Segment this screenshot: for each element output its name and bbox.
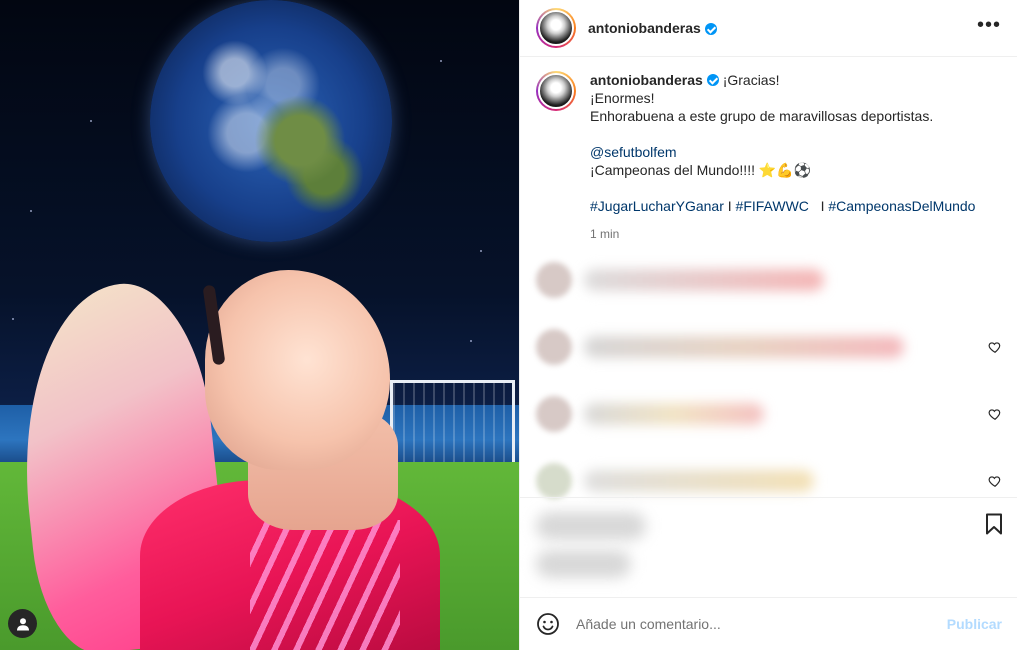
goal-net: [390, 380, 515, 468]
comment-text-blurred: [584, 269, 824, 291]
likes-blurred: [536, 512, 646, 540]
like-comment-heart-icon[interactable]: [988, 407, 1002, 421]
comment-row: [536, 255, 1002, 305]
bookmark-icon[interactable]: [982, 512, 1006, 536]
comment-row: [536, 322, 1002, 372]
like-comment-heart-icon[interactable]: [988, 474, 1002, 488]
comment-avatar[interactable]: [536, 262, 572, 298]
caption-body: antoniobanderas ¡Gracias! ¡Enormes! Enho…: [590, 71, 975, 243]
caption-verified-icon: [706, 74, 719, 86]
caption-line-4: ¡Campeonas del Mundo!!!! ⭐💪⚽: [590, 162, 812, 178]
caption-line-3: Enhorabuena a este grupo de maravillosas…: [590, 108, 934, 124]
post-actions: [520, 497, 1017, 597]
separator-1: I: [723, 198, 736, 214]
post-caption: antoniobanderas ¡Gracias! ¡Enormes! Enho…: [520, 57, 1017, 243]
hashtag-link-2[interactable]: #FIFAWWC: [736, 198, 809, 214]
caption-avatar[interactable]: [536, 71, 576, 111]
comment-text-blurred: [584, 403, 764, 425]
shirt-stripes: [250, 520, 400, 650]
comment-input[interactable]: [576, 616, 939, 632]
comment-text-blurred: [584, 470, 814, 492]
caption-line-1: ¡Gracias!: [722, 72, 780, 88]
date-blurred: [536, 550, 631, 578]
publish-button[interactable]: Publicar: [947, 616, 1002, 632]
emoji-icon[interactable]: [536, 612, 560, 636]
caption-username[interactable]: antoniobanderas: [590, 72, 703, 88]
comment-composer: Publicar: [520, 597, 1017, 650]
post-header: antoniobanderas •••: [520, 0, 1017, 57]
caption-line-2: ¡Enormes!: [590, 90, 655, 106]
mention-link[interactable]: @sefutbolfem: [590, 143, 975, 161]
user-icon: [16, 617, 29, 630]
more-options-icon[interactable]: •••: [977, 15, 1001, 41]
comment-text-blurred: [584, 336, 904, 358]
tagged-user-icon[interactable]: [8, 609, 37, 638]
post-media[interactable]: [0, 0, 519, 650]
hashtag-link-3[interactable]: #CampeonasDelMundo: [828, 198, 975, 214]
like-comment-heart-icon[interactable]: [988, 340, 1002, 354]
post-side-panel: antoniobanderas ••• antoniobanderas ¡Gra…: [519, 0, 1017, 650]
author-username[interactable]: antoniobanderas: [588, 20, 701, 36]
comment-avatar[interactable]: [536, 463, 572, 499]
earth-image: [150, 0, 392, 242]
separator-2: I: [816, 198, 829, 214]
comment-row: [536, 389, 1002, 439]
comment-avatar[interactable]: [536, 329, 572, 365]
post-timestamp[interactable]: 1 min: [590, 225, 975, 243]
comments-list: [520, 255, 1017, 499]
comment-avatar[interactable]: [536, 396, 572, 432]
hashtag-link-1[interactable]: #JugarLucharYGanar: [590, 198, 724, 214]
author-avatar[interactable]: [536, 8, 576, 48]
verified-badge-icon: [704, 23, 717, 35]
